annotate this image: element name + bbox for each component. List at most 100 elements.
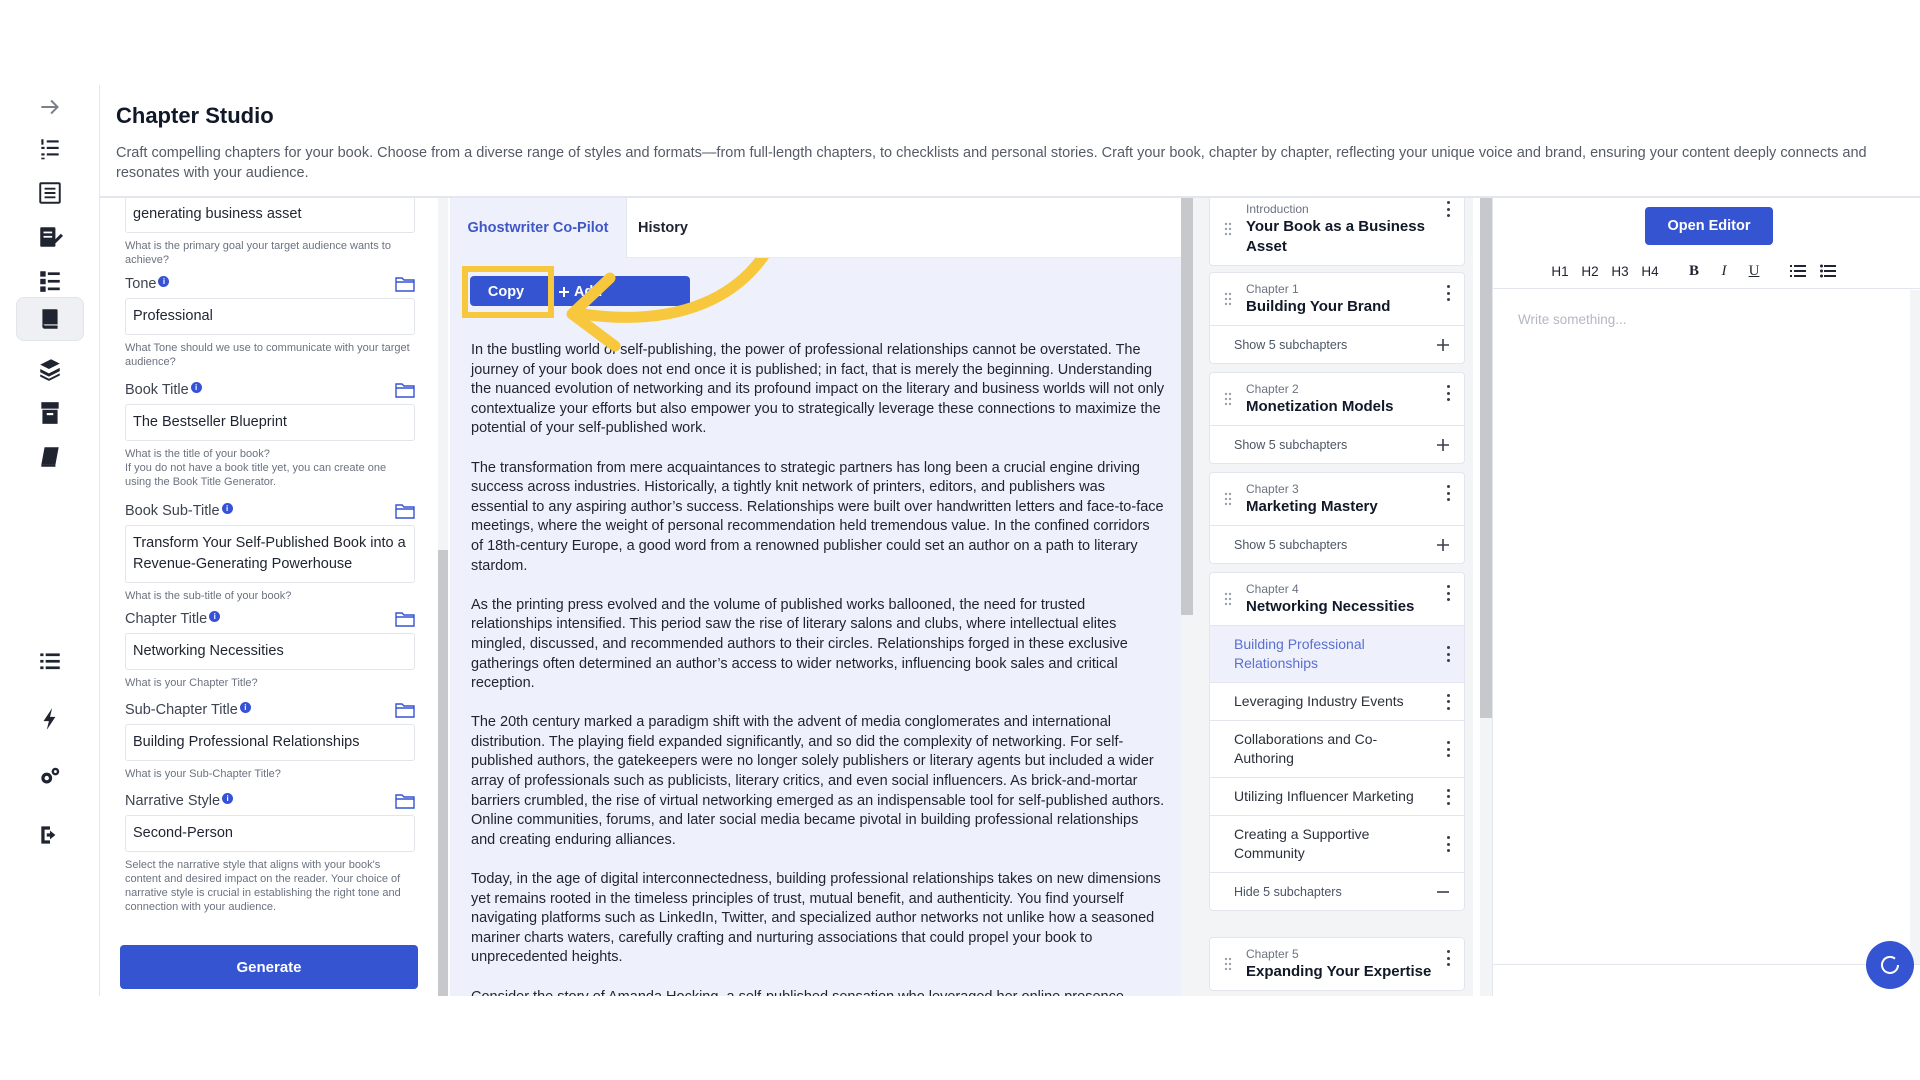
- more-options-icon[interactable]: [1446, 950, 1450, 966]
- folder-icon[interactable]: [395, 276, 415, 292]
- chapter-card-introduction[interactable]: Introduction Your Book as a Business Ass…: [1209, 198, 1465, 266]
- plus-icon[interactable]: [1436, 538, 1450, 552]
- nav-library[interactable]: [16, 435, 84, 479]
- info-icon[interactable]: i: [221, 502, 233, 514]
- subchapter-title-input[interactable]: Building Professional Relationships: [125, 724, 415, 761]
- nav-chapter-studio[interactable]: [16, 297, 84, 341]
- folder-icon[interactable]: [395, 611, 415, 627]
- more-options-icon[interactable]: [1446, 285, 1450, 301]
- chapter-header[interactable]: Chapter 3 Marketing Mastery: [1210, 473, 1464, 525]
- chapter-title-input[interactable]: Networking Necessities: [125, 633, 415, 670]
- nav-archive[interactable]: [16, 391, 84, 435]
- bold-button[interactable]: B: [1679, 258, 1709, 284]
- chapter-title: Your Book as a Business Asset: [1246, 218, 1425, 255]
- outline-scrollbar-thumb[interactable]: [1480, 198, 1492, 718]
- ordered-list-button[interactable]: [1783, 258, 1813, 284]
- chapter-card-2[interactable]: Chapter 2 Monetization Models Show 5 sub…: [1209, 372, 1465, 464]
- info-icon[interactable]: i: [190, 381, 202, 393]
- more-options-icon[interactable]: [1446, 485, 1450, 501]
- plus-icon[interactable]: [1436, 338, 1450, 352]
- editor-scrollbar[interactable]: [1910, 290, 1920, 964]
- more-options-icon[interactable]: [1446, 836, 1450, 852]
- drag-handle-icon[interactable]: [1224, 292, 1232, 306]
- subchapter-item[interactable]: Utilizing Influencer Marketing: [1210, 777, 1464, 815]
- copilot-scrollbar-thumb[interactable]: [1181, 198, 1193, 615]
- info-icon[interactable]: i: [222, 792, 234, 804]
- nav-quick-actions[interactable]: [16, 697, 84, 741]
- drag-handle-icon[interactable]: [1224, 492, 1232, 506]
- subchapter-item[interactable]: Building Professional Relationships: [1210, 625, 1464, 682]
- info-icon[interactable]: i: [239, 701, 251, 713]
- chapter-header[interactable]: Chapter 4 Networking Necessities: [1210, 573, 1464, 625]
- generate-button[interactable]: Generate: [120, 945, 418, 989]
- article-paragraph: The transformation from mere acquaintanc…: [471, 459, 1164, 574]
- nav-numbered-list[interactable]: [16, 127, 84, 171]
- goal-field: generating business asset What is the pr…: [125, 198, 415, 267]
- nav-edit-document[interactable]: [16, 215, 84, 259]
- tab-ghostwriter-copilot[interactable]: Ghostwriter Co-Pilot: [450, 198, 626, 258]
- more-options-icon[interactable]: [1446, 585, 1450, 601]
- drag-handle-icon[interactable]: [1224, 222, 1232, 236]
- narrative-style-select[interactable]: Second-Person: [125, 815, 415, 852]
- more-options-icon[interactable]: [1446, 646, 1450, 662]
- folder-icon[interactable]: [395, 503, 415, 519]
- subchapter-item[interactable]: Collaborations and Co-Authoring: [1210, 720, 1464, 777]
- drag-handle-icon[interactable]: [1224, 392, 1232, 406]
- archive-icon: [41, 402, 59, 424]
- chapter-card-1[interactable]: Chapter 1 Building Your Brand Show 5 sub…: [1209, 272, 1465, 364]
- tab-history[interactable]: History: [638, 198, 688, 258]
- heading-4-button[interactable]: H4: [1635, 258, 1665, 284]
- info-icon[interactable]: i: [209, 610, 221, 622]
- book-title-input[interactable]: The Bestseller Blueprint: [125, 404, 415, 441]
- book-title-field: Book Title i The Bestseller Blueprint Wh…: [125, 381, 415, 489]
- nav-logout[interactable]: [16, 813, 84, 857]
- chapter-header[interactable]: Chapter 1 Building Your Brand: [1210, 273, 1464, 325]
- more-options-icon[interactable]: [1446, 385, 1450, 401]
- add-button[interactable]: Add: [558, 277, 602, 307]
- more-options-icon[interactable]: [1446, 741, 1450, 757]
- chapter-header[interactable]: Introduction Your Book as a Business Ass…: [1210, 198, 1464, 265]
- expand-nav-button[interactable]: [16, 85, 84, 129]
- italic-button[interactable]: I: [1709, 258, 1739, 284]
- heading-1-button[interactable]: H1: [1545, 258, 1575, 284]
- heading-3-button[interactable]: H3: [1605, 258, 1635, 284]
- book-subtitle-input[interactable]: Transform Your Self-Published Book into …: [125, 525, 415, 583]
- underline-button[interactable]: U: [1739, 258, 1769, 284]
- editor-input[interactable]: Write something...: [1518, 312, 1627, 327]
- open-editor-button[interactable]: Open Editor: [1645, 207, 1773, 245]
- chapter-card-5[interactable]: Chapter 5 Expanding Your Expertise: [1209, 937, 1465, 991]
- show-subchapters-toggle[interactable]: Show 5 subchapters: [1210, 325, 1464, 363]
- show-subchapters-toggle[interactable]: Show 5 subchapters: [1210, 425, 1464, 463]
- nav-list[interactable]: [16, 639, 84, 683]
- subchapter-title-hint: What is your Sub-Chapter Title?: [125, 768, 281, 780]
- drag-handle-icon[interactable]: [1224, 957, 1232, 971]
- goal-input[interactable]: generating business asset: [125, 198, 415, 233]
- subchapter-item[interactable]: Creating a Supportive Community: [1210, 815, 1464, 872]
- plus-icon[interactable]: [1436, 438, 1450, 452]
- more-options-icon[interactable]: [1446, 788, 1450, 805]
- chapter-header[interactable]: Chapter 5 Expanding Your Expertise: [1210, 938, 1464, 990]
- folder-icon[interactable]: [395, 793, 415, 809]
- bullet-list-button[interactable]: [1813, 258, 1843, 284]
- minus-icon[interactable]: [1436, 885, 1450, 899]
- assistant-fab-button[interactable]: [1866, 941, 1914, 989]
- folder-icon[interactable]: [395, 702, 415, 718]
- chapter-card-4[interactable]: Chapter 4 Networking Necessities Buildin…: [1209, 572, 1465, 911]
- chapter-card-3[interactable]: Chapter 3 Marketing Mastery Show 5 subch…: [1209, 472, 1465, 564]
- form-scrollbar-thumb[interactable]: [438, 550, 448, 996]
- folder-icon[interactable]: [395, 382, 415, 398]
- subchapter-item[interactable]: Leveraging Industry Events: [1210, 682, 1464, 720]
- drag-handle-icon[interactable]: [1224, 592, 1232, 606]
- nav-outline[interactable]: [16, 171, 84, 215]
- nav-books[interactable]: [16, 347, 84, 391]
- nav-settings[interactable]: [16, 755, 84, 799]
- heading-2-button[interactable]: H2: [1575, 258, 1605, 284]
- hide-subchapters-toggle[interactable]: Hide 5 subchapters: [1210, 872, 1464, 910]
- tone-input[interactable]: Professional: [125, 298, 415, 335]
- more-options-icon[interactable]: [1446, 201, 1450, 217]
- chapter-header[interactable]: Chapter 2 Monetization Models: [1210, 373, 1464, 425]
- show-subchapters-toggle[interactable]: Show 5 subchapters: [1210, 525, 1464, 563]
- more-options-icon[interactable]: [1446, 693, 1450, 710]
- spinner-icon: [1881, 955, 1899, 974]
- info-icon[interactable]: i: [158, 275, 170, 287]
